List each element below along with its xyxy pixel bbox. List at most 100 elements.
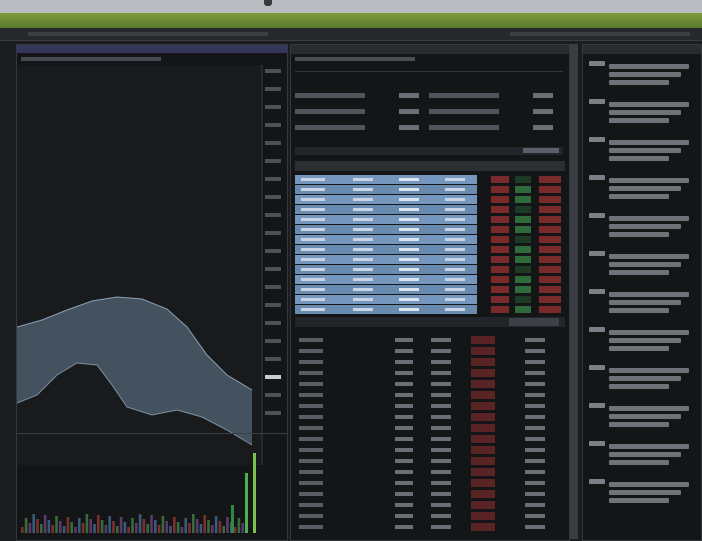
price-tick (265, 123, 281, 127)
grid-cell-text (353, 288, 373, 291)
grid-cell-text (399, 258, 419, 261)
news-item[interactable] (589, 175, 695, 209)
price-tick (265, 357, 281, 361)
table-row[interactable] (295, 379, 565, 389)
volume-chart (21, 453, 256, 533)
grid-cell-down (539, 186, 561, 193)
table-cell-down (471, 446, 495, 454)
table-cell (395, 338, 413, 342)
table-cell (395, 481, 413, 485)
volume-bar (222, 526, 225, 533)
table-row[interactable] (295, 489, 565, 499)
news-headline-line (609, 482, 689, 487)
table-row[interactable] (295, 390, 565, 400)
volume-bar (241, 523, 244, 533)
price-tick (265, 69, 281, 73)
table-cell (525, 448, 545, 452)
grid-row[interactable] (295, 275, 565, 284)
depth-grid[interactable] (295, 175, 565, 315)
grid-cell-text (445, 228, 465, 231)
news-time (589, 99, 605, 104)
news-item[interactable] (589, 365, 695, 399)
price-tick (265, 195, 281, 199)
quote-field-value (399, 109, 419, 114)
news-item[interactable] (589, 137, 695, 171)
news-headline-line (609, 118, 669, 123)
grid-row[interactable] (295, 285, 565, 294)
center-scrollbar[interactable] (570, 44, 578, 539)
grid-row[interactable] (295, 245, 565, 254)
table-row[interactable] (295, 401, 565, 411)
grid-cell-text (301, 188, 325, 191)
table-row[interactable] (295, 434, 565, 444)
grid-cell-down (491, 176, 509, 183)
news-headline-line (609, 498, 669, 503)
news-item[interactable] (589, 289, 695, 323)
table-row[interactable] (295, 368, 565, 378)
volume-bar (218, 521, 222, 533)
volume-bar (93, 524, 96, 533)
grid-row[interactable] (295, 185, 565, 194)
grid-row[interactable] (295, 205, 565, 214)
grid-cell-up (515, 216, 531, 223)
volume-bar (28, 523, 32, 533)
news-item[interactable] (589, 213, 695, 247)
grid-cell-text (445, 288, 465, 291)
news-headline-line (609, 300, 681, 305)
grid-cell-text (353, 238, 373, 241)
table-cell (395, 371, 413, 375)
grid-row[interactable] (295, 255, 565, 264)
volume-bar (36, 519, 39, 533)
table-cell-down (471, 402, 495, 410)
table-cell (395, 360, 413, 364)
table-row[interactable] (295, 445, 565, 455)
table-row[interactable] (295, 357, 565, 367)
grid-row[interactable] (295, 215, 565, 224)
grid-cell-down (491, 266, 509, 273)
grid-cell-down (539, 276, 561, 283)
grid-row[interactable] (295, 235, 565, 244)
volume-bar (32, 514, 35, 533)
news-item[interactable] (589, 61, 695, 95)
news-item[interactable] (589, 403, 695, 437)
grid-cell-text (301, 238, 325, 241)
table-row[interactable] (295, 500, 565, 510)
grid-cell-down (539, 206, 561, 213)
table-row[interactable] (295, 423, 565, 433)
table-cell (431, 415, 451, 419)
news-item[interactable] (589, 99, 695, 133)
quote-field-value (533, 125, 553, 130)
table-row[interactable] (295, 478, 565, 488)
table-row[interactable] (295, 412, 565, 422)
grid-row[interactable] (295, 305, 565, 314)
price-tick (265, 321, 281, 325)
volume-bar (203, 515, 206, 533)
news-time (589, 213, 605, 218)
price-tick (265, 411, 281, 415)
volume-bar (123, 522, 127, 533)
table-row[interactable] (295, 346, 565, 356)
news-item[interactable] (589, 251, 695, 285)
price-chart[interactable] (17, 65, 287, 465)
news-item[interactable] (589, 327, 695, 361)
grid-row[interactable] (295, 295, 565, 304)
grid-row[interactable] (295, 175, 565, 184)
news-headline-line (609, 224, 681, 229)
grid-row[interactable] (295, 225, 565, 234)
price-tick (265, 213, 281, 217)
grid-row[interactable] (295, 265, 565, 274)
table-row[interactable] (295, 511, 565, 521)
news-headline-line (609, 178, 689, 183)
table-row[interactable] (295, 467, 565, 477)
news-item[interactable] (589, 441, 695, 475)
trades-table[interactable] (295, 335, 565, 535)
news-list[interactable] (583, 61, 701, 536)
table-row[interactable] (295, 335, 565, 345)
grid-cell-text (399, 188, 419, 191)
table-row[interactable] (295, 456, 565, 466)
table-row[interactable] (295, 522, 565, 532)
lower-toolbar-button[interactable] (509, 318, 559, 326)
news-item[interactable] (589, 479, 695, 513)
grid-row[interactable] (295, 195, 565, 204)
table-cell (299, 360, 323, 364)
